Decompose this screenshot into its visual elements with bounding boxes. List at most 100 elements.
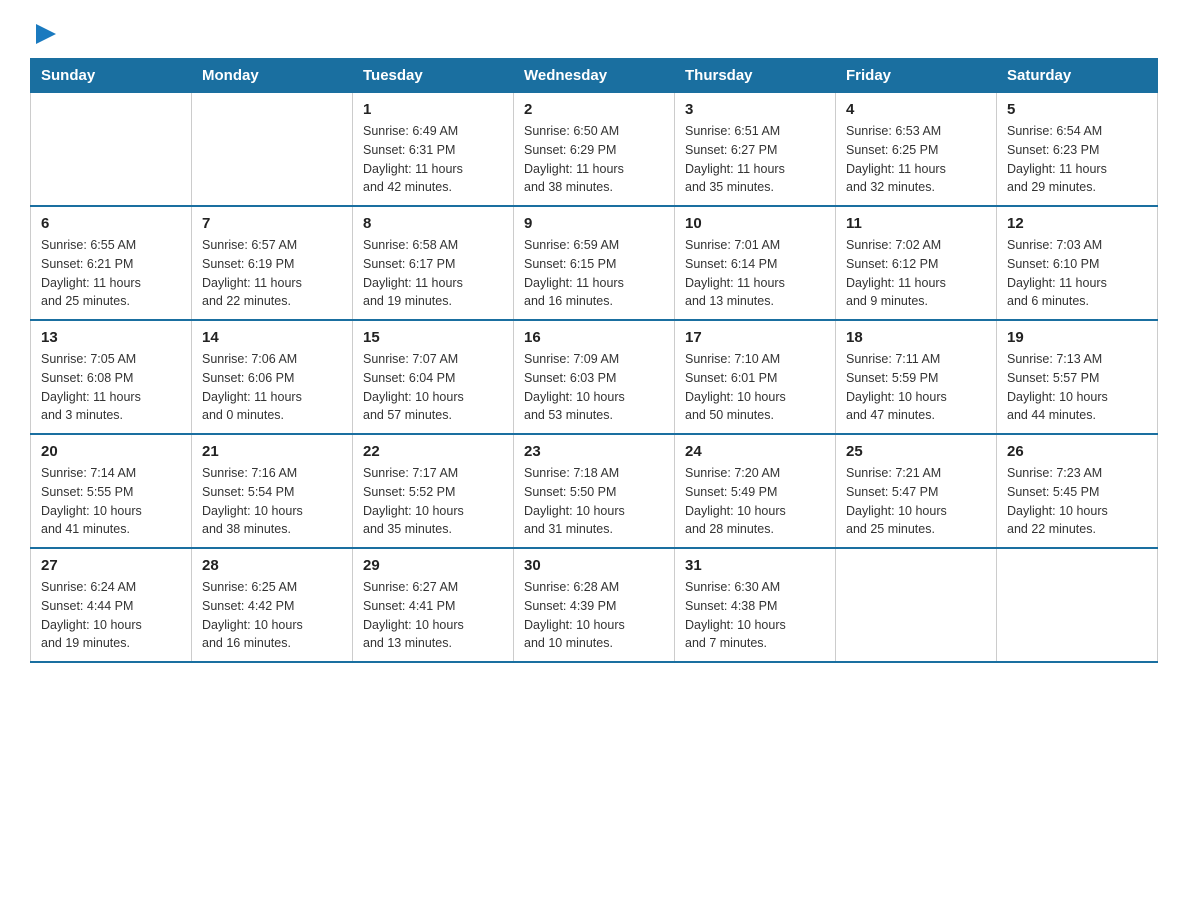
day-number: 22 — [363, 443, 503, 460]
week-row-5: 27 Sunrise: 6:24 AMSunset: 4:44 PMDayligh… — [31, 548, 1158, 662]
day-number: 11 — [846, 215, 986, 232]
day-number: 6 — [41, 215, 181, 232]
calendar-cell: 15 Sunrise: 7:07 AMSunset: 6:04 PMDayligh… — [353, 320, 514, 434]
header-thursday: Thursday — [675, 59, 836, 93]
day-number: 16 — [524, 329, 664, 346]
calendar-cell: 29 Sunrise: 6:27 AMSunset: 4:41 PMDayligh… — [353, 548, 514, 662]
day-number: 9 — [524, 215, 664, 232]
day-info: Sunrise: 6:54 AMSunset: 6:23 PMDaylight:… — [1007, 122, 1147, 197]
day-info: Sunrise: 7:16 AMSunset: 5:54 PMDaylight:… — [202, 464, 342, 539]
day-number: 3 — [685, 101, 825, 118]
day-info: Sunrise: 7:17 AMSunset: 5:52 PMDaylight:… — [363, 464, 503, 539]
calendar-cell: 21 Sunrise: 7:16 AMSunset: 5:54 PMDayligh… — [192, 434, 353, 548]
calendar-cell: 18 Sunrise: 7:11 AMSunset: 5:59 PMDayligh… — [836, 320, 997, 434]
day-info: Sunrise: 6:30 AMSunset: 4:38 PMDaylight:… — [685, 578, 825, 653]
day-number: 4 — [846, 101, 986, 118]
page-header — [30, 20, 1158, 48]
calendar-cell — [997, 548, 1158, 662]
calendar-cell: 17Sunrise: 7:10 AMSunset: 6:01 PMDayligh… — [675, 320, 836, 434]
day-number: 10 — [685, 215, 825, 232]
day-info: Sunrise: 6:57 AMSunset: 6:19 PMDaylight:… — [202, 236, 342, 311]
day-info: Sunrise: 7:03 AMSunset: 6:10 PMDaylight:… — [1007, 236, 1147, 311]
day-info: Sunrise: 6:55 AMSunset: 6:21 PMDaylight:… — [41, 236, 181, 311]
day-info: Sunrise: 7:14 AMSunset: 5:55 PMDaylight:… — [41, 464, 181, 539]
day-info: Sunrise: 7:10 AMSunset: 6:01 PMDaylight:… — [685, 350, 825, 425]
day-info: Sunrise: 6:59 AMSunset: 6:15 PMDaylight:… — [524, 236, 664, 311]
day-info: Sunrise: 7:01 AMSunset: 6:14 PMDaylight:… — [685, 236, 825, 311]
day-number: 31 — [685, 557, 825, 574]
calendar-cell: 27 Sunrise: 6:24 AMSunset: 4:44 PMDayligh… — [31, 548, 192, 662]
calendar-cell: 16Sunrise: 7:09 AMSunset: 6:03 PMDayligh… — [514, 320, 675, 434]
week-row-3: 13 Sunrise: 7:05 AMSunset: 6:08 PMDayligh… — [31, 320, 1158, 434]
calendar-cell: 4 Sunrise: 6:53 AMSunset: 6:25 PMDaylight… — [836, 93, 997, 207]
day-info: Sunrise: 7:02 AMSunset: 6:12 PMDaylight:… — [846, 236, 986, 311]
calendar-cell: 23 Sunrise: 7:18 AMSunset: 5:50 PMDayligh… — [514, 434, 675, 548]
calendar-cell: 30 Sunrise: 6:28 AMSunset: 4:39 PMDayligh… — [514, 548, 675, 662]
day-info: Sunrise: 6:27 AMSunset: 4:41 PMDaylight:… — [363, 578, 503, 653]
day-info: Sunrise: 6:24 AMSunset: 4:44 PMDaylight:… — [41, 578, 181, 653]
day-number: 27 — [41, 557, 181, 574]
day-info: Sunrise: 6:53 AMSunset: 6:25 PMDaylight:… — [846, 122, 986, 197]
day-number: 23 — [524, 443, 664, 460]
day-info: Sunrise: 7:11 AMSunset: 5:59 PMDaylight:… — [846, 350, 986, 425]
day-info: Sunrise: 6:28 AMSunset: 4:39 PMDaylight:… — [524, 578, 664, 653]
calendar-cell: 5 Sunrise: 6:54 AMSunset: 6:23 PMDaylight… — [997, 93, 1158, 207]
calendar-cell: 11 Sunrise: 7:02 AMSunset: 6:12 PMDayligh… — [836, 206, 997, 320]
calendar-cell: 13 Sunrise: 7:05 AMSunset: 6:08 PMDayligh… — [31, 320, 192, 434]
calendar-cell — [836, 548, 997, 662]
day-number: 18 — [846, 329, 986, 346]
calendar-cell: 7 Sunrise: 6:57 AMSunset: 6:19 PMDaylight… — [192, 206, 353, 320]
day-info: Sunrise: 6:49 AMSunset: 6:31 PMDaylight:… — [363, 122, 503, 197]
header-tuesday: Tuesday — [353, 59, 514, 93]
day-number: 20 — [41, 443, 181, 460]
calendar-cell: 14Sunrise: 7:06 AMSunset: 6:06 PMDayligh… — [192, 320, 353, 434]
calendar-cell: 1 Sunrise: 6:49 AMSunset: 6:31 PMDaylight… — [353, 93, 514, 207]
day-number: 1 — [363, 101, 503, 118]
day-number: 21 — [202, 443, 342, 460]
day-info: Sunrise: 6:25 AMSunset: 4:42 PMDaylight:… — [202, 578, 342, 653]
logo-triangle-icon — [32, 20, 60, 48]
calendar-cell: 10 Sunrise: 7:01 AMSunset: 6:14 PMDayligh… — [675, 206, 836, 320]
day-info: Sunrise: 7:05 AMSunset: 6:08 PMDaylight:… — [41, 350, 181, 425]
calendar-cell: 9 Sunrise: 6:59 AMSunset: 6:15 PMDaylight… — [514, 206, 675, 320]
day-number: 19 — [1007, 329, 1147, 346]
day-info: Sunrise: 7:21 AMSunset: 5:47 PMDaylight:… — [846, 464, 986, 539]
day-number: 24 — [685, 443, 825, 460]
calendar-cell: 19Sunrise: 7:13 AMSunset: 5:57 PMDayligh… — [997, 320, 1158, 434]
day-number: 8 — [363, 215, 503, 232]
day-info: Sunrise: 6:58 AMSunset: 6:17 PMDaylight:… — [363, 236, 503, 311]
calendar-cell: 26 Sunrise: 7:23 AMSunset: 5:45 PMDayligh… — [997, 434, 1158, 548]
day-number: 15 — [363, 329, 503, 346]
calendar-cell: 25Sunrise: 7:21 AMSunset: 5:47 PMDayligh… — [836, 434, 997, 548]
calendar-cell: 20 Sunrise: 7:14 AMSunset: 5:55 PMDayligh… — [31, 434, 192, 548]
calendar-header-row: SundayMondayTuesdayWednesdayThursdayFrid… — [31, 59, 1158, 93]
calendar-cell — [31, 93, 192, 207]
day-info: Sunrise: 6:50 AMSunset: 6:29 PMDaylight:… — [524, 122, 664, 197]
calendar-cell — [192, 93, 353, 207]
day-number: 14 — [202, 329, 342, 346]
calendar-cell: 24 Sunrise: 7:20 AMSunset: 5:49 PMDayligh… — [675, 434, 836, 548]
day-number: 13 — [41, 329, 181, 346]
day-number: 12 — [1007, 215, 1147, 232]
day-info: Sunrise: 7:23 AMSunset: 5:45 PMDaylight:… — [1007, 464, 1147, 539]
day-info: Sunrise: 7:07 AMSunset: 6:04 PMDaylight:… — [363, 350, 503, 425]
day-info: Sunrise: 7:20 AMSunset: 5:49 PMDaylight:… — [685, 464, 825, 539]
day-number: 28 — [202, 557, 342, 574]
week-row-4: 20 Sunrise: 7:14 AMSunset: 5:55 PMDayligh… — [31, 434, 1158, 548]
day-number: 26 — [1007, 443, 1147, 460]
day-number: 7 — [202, 215, 342, 232]
week-row-2: 6 Sunrise: 6:55 AMSunset: 6:21 PMDaylight… — [31, 206, 1158, 320]
calendar-cell: 6 Sunrise: 6:55 AMSunset: 6:21 PMDaylight… — [31, 206, 192, 320]
day-number: 30 — [524, 557, 664, 574]
day-number: 2 — [524, 101, 664, 118]
day-info: Sunrise: 7:18 AMSunset: 5:50 PMDaylight:… — [524, 464, 664, 539]
calendar-cell: 12 Sunrise: 7:03 AMSunset: 6:10 PMDayligh… — [997, 206, 1158, 320]
header-wednesday: Wednesday — [514, 59, 675, 93]
calendar-cell: 28 Sunrise: 6:25 AMSunset: 4:42 PMDayligh… — [192, 548, 353, 662]
calendar-cell: 3 Sunrise: 6:51 AMSunset: 6:27 PMDaylight… — [675, 93, 836, 207]
day-info: Sunrise: 6:51 AMSunset: 6:27 PMDaylight:… — [685, 122, 825, 197]
calendar-cell: 2 Sunrise: 6:50 AMSunset: 6:29 PMDaylight… — [514, 93, 675, 207]
day-number: 29 — [363, 557, 503, 574]
day-number: 5 — [1007, 101, 1147, 118]
calendar-cell: 8 Sunrise: 6:58 AMSunset: 6:17 PMDaylight… — [353, 206, 514, 320]
